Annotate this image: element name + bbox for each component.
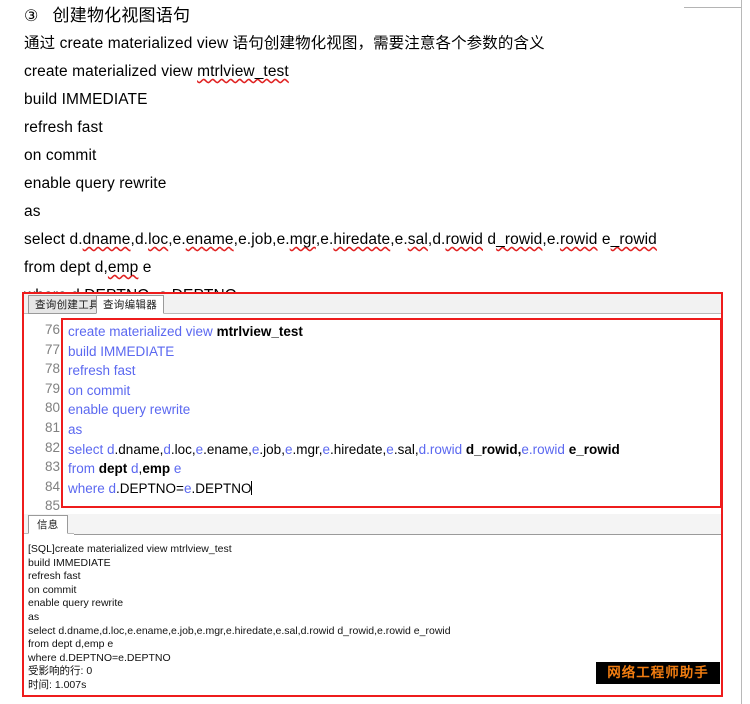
heading-label: 创建物化视图语句 bbox=[52, 6, 191, 25]
info-tabstrip: 信息 bbox=[24, 514, 721, 535]
line-number: 76 bbox=[44, 322, 60, 337]
log-line: build IMMEDIATE bbox=[28, 556, 111, 569]
code-token: d bbox=[108, 480, 117, 496]
log-line: as bbox=[28, 610, 40, 623]
doc-sql-line: refresh fast bbox=[24, 119, 103, 136]
doc-sql-line: select d.dname,d.loc,e.ename,e.job,e.mgr… bbox=[24, 231, 657, 248]
text-caret bbox=[251, 480, 253, 495]
code-line[interactable]: select d.dname,d.loc,e.ename,e.job,e.mgr… bbox=[68, 440, 720, 460]
doc-sql-line: as bbox=[24, 203, 41, 220]
sql-code-highlight-box: create materialized view mtrlview_test bu… bbox=[61, 318, 721, 508]
code-token: e bbox=[195, 441, 204, 457]
doc-sql-line: create materialized view mtrlview_test bbox=[24, 63, 289, 80]
tab-query-builder[interactable]: 查询创建工具 bbox=[28, 295, 107, 314]
info-tabstrip-filler bbox=[74, 515, 721, 535]
code-token: build IMMEDIATE bbox=[68, 343, 175, 359]
code-token: enable query rewrite bbox=[68, 402, 191, 418]
code-token: e bbox=[173, 461, 182, 477]
code-token: e bbox=[322, 441, 330, 457]
code-token: .mgr, bbox=[292, 441, 323, 457]
code-line[interactable]: from dept d,emp e bbox=[68, 459, 720, 479]
code-token: mtrlview_test bbox=[216, 324, 303, 339]
code-line[interactable]: on commit bbox=[68, 381, 720, 401]
code-token: .sal, bbox=[393, 441, 419, 457]
code-token: d bbox=[107, 441, 115, 457]
heading-number: ③ bbox=[24, 8, 39, 25]
line-number: 85 bbox=[44, 498, 60, 513]
log-line: enable query rewrite bbox=[28, 597, 124, 610]
code-line[interactable] bbox=[68, 498, 720, 506]
code-token: create materialized view bbox=[68, 324, 217, 339]
page-title: ③ 创建物化视图语句 bbox=[24, 2, 730, 30]
code-line[interactable]: build IMMEDIATE bbox=[68, 342, 720, 362]
code-token: emp bbox=[142, 461, 171, 477]
code-token: as bbox=[68, 421, 83, 437]
line-number: 77 bbox=[44, 341, 60, 357]
code-line[interactable]: where d.DEPTNO=e.DEPTNO bbox=[68, 479, 720, 499]
query-tool-window: 查询创建工具 查询编辑器 76 77 78 79 80 81 82 83 84 85 create… bbox=[22, 292, 723, 697]
code-line[interactable]: create materialized view mtrlview_test bbox=[68, 322, 720, 342]
log-line: refresh fast bbox=[28, 570, 81, 583]
document-text-block: ③ 创建物化视图语句 通过 create materialized view 语句… bbox=[24, 2, 730, 310]
log-line: select d.dname,d.loc,e.ename,e.job,e.mgr… bbox=[28, 624, 451, 637]
doc-sql-line: on commit bbox=[24, 147, 97, 164]
line-number-gutter: 76 77 78 79 80 81 82 83 84 85 bbox=[24, 314, 60, 513]
code-token: select bbox=[68, 441, 108, 457]
code-token: refresh fast bbox=[68, 363, 136, 379]
doc-sql-line: build IMMEDIATE bbox=[24, 91, 148, 108]
code-line[interactable]: refresh fast bbox=[68, 361, 720, 381]
code-token: .DEPTNO= bbox=[116, 480, 184, 496]
line-number: 79 bbox=[44, 380, 60, 396]
doc-sql-line: enable query rewrite bbox=[24, 175, 167, 192]
code-token: dept bbox=[98, 461, 128, 477]
code-token: d.rowid bbox=[418, 441, 463, 457]
sql-editor-area[interactable]: 76 77 78 79 80 81 82 83 84 85 create materialized… bbox=[24, 314, 721, 513]
line-number: 81 bbox=[44, 419, 60, 435]
code-token: .loc, bbox=[170, 441, 196, 457]
code-token: d bbox=[131, 461, 139, 477]
watermark-logo: 网络工程师助手 bbox=[596, 662, 720, 684]
code-token: .ename, bbox=[203, 441, 252, 457]
log-line: on commit bbox=[28, 583, 77, 596]
code-token: e.rowid bbox=[521, 441, 565, 457]
code-token: d_rowid, bbox=[465, 441, 522, 457]
code-token: e bbox=[386, 441, 394, 457]
log-line: from dept d,emp e bbox=[28, 638, 114, 651]
code-line[interactable]: as bbox=[68, 420, 720, 440]
code-token: .hiredate, bbox=[330, 441, 387, 457]
doc-sql-line: from dept d,emp e bbox=[24, 259, 152, 276]
line-number: 84 bbox=[44, 478, 60, 494]
code-line[interactable]: enable query rewrite bbox=[68, 400, 720, 420]
code-token: .job, bbox=[259, 441, 285, 457]
code-token: .DEPTNO bbox=[191, 480, 252, 496]
code-token: .dname, bbox=[114, 441, 164, 457]
code-token: where bbox=[68, 480, 109, 496]
editor-tabstrip: 查询创建工具 查询编辑器 bbox=[24, 294, 721, 315]
tabstrip-filler bbox=[164, 295, 721, 315]
code-token: from bbox=[68, 461, 99, 477]
code-token: d bbox=[163, 441, 171, 457]
line-number: 82 bbox=[44, 439, 60, 455]
line-number: 80 bbox=[44, 400, 60, 416]
sql-code-content[interactable]: create materialized view mtrlview_test bu… bbox=[63, 320, 720, 506]
tab-info[interactable]: 信息 bbox=[28, 515, 68, 534]
line-number: 83 bbox=[44, 459, 60, 475]
tab-query-editor[interactable]: 查询编辑器 bbox=[96, 295, 164, 314]
code-token: e_rowid bbox=[568, 441, 620, 457]
log-line: [SQL]create materialized view mtrlview_t… bbox=[28, 543, 232, 555]
right-edge-divider bbox=[741, 0, 742, 704]
line-number: 78 bbox=[44, 361, 60, 377]
intro-paragraph: 通过 create materialized view 语句创建物化视图，需要注… bbox=[24, 35, 545, 52]
code-token: on commit bbox=[68, 382, 131, 398]
